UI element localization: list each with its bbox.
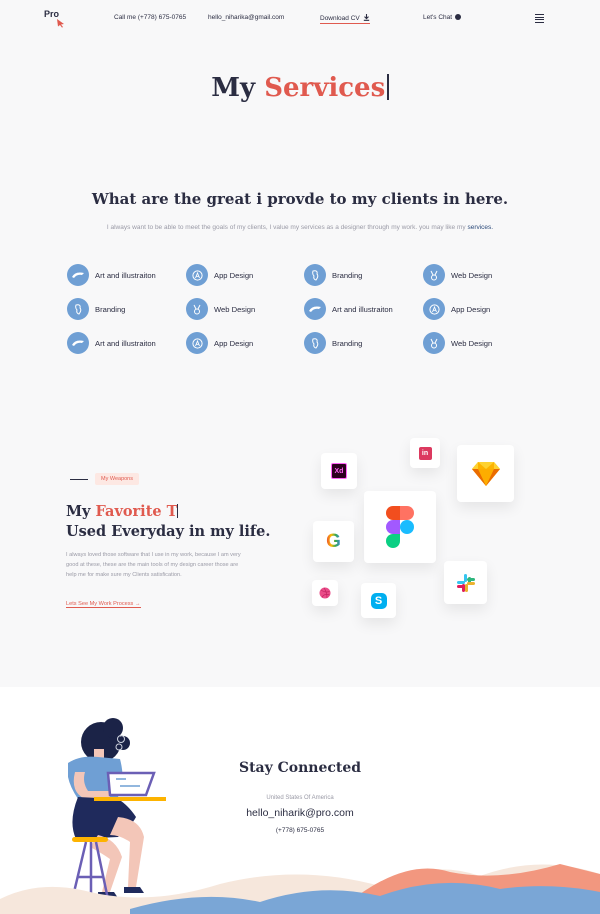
divider-line [70, 479, 88, 480]
adobe-xd-tool: Xd [321, 453, 357, 489]
service-label: App Design [214, 338, 254, 348]
google-label: G [326, 530, 341, 552]
work-process-link[interactable]: Lets See My Work Process → [66, 601, 141, 608]
work-process-label: Lets See My Work Process [66, 601, 134, 607]
chat-icon [455, 14, 462, 20]
google-tool: G [313, 521, 354, 562]
service-item[interactable]: Branding [304, 332, 362, 354]
adobe-xd-icon: Xd [331, 463, 347, 479]
lets-chat-button[interactable]: Let's Chat [423, 14, 462, 21]
illustration-icon [67, 264, 89, 286]
footer-country: United States Of America [266, 795, 334, 801]
title-dark: My [211, 73, 256, 103]
web-design-icon [186, 298, 208, 320]
footer-phone[interactable]: (+778) 675-0765 [0, 827, 600, 834]
skype-tool: S [361, 583, 396, 618]
download-cv-button[interactable]: Download CV [320, 14, 370, 24]
page-title: My Services [0, 73, 600, 103]
text-caret [387, 74, 389, 100]
footer-email[interactable]: hello_niharik@pro.com [0, 807, 600, 819]
dribbble-tool [312, 580, 338, 606]
download-cv-label: Download CV [320, 15, 360, 22]
service-label: Web Design [451, 270, 493, 280]
weapons-badge: My Weapons [95, 473, 139, 485]
favorite-title-dark: My [66, 503, 91, 520]
title-accent: Services [264, 73, 386, 103]
service-label: App Design [214, 270, 254, 280]
service-item[interactable]: Web Design [423, 264, 492, 286]
web-design-icon [423, 332, 445, 354]
lets-chat-label: Let's Chat [423, 14, 453, 21]
service-item[interactable]: Web Design [186, 298, 255, 320]
illustration-icon [67, 332, 89, 354]
service-item[interactable]: Art and illustraiton [304, 298, 393, 320]
invision-tool: in [410, 438, 440, 468]
stay-connected-title: Stay Connected [238, 760, 362, 776]
favorite-title-line2: Used Everyday in my life. [66, 523, 271, 540]
favorite-tools-title: My Favorite T Used Everyday in my life. [66, 502, 270, 542]
service-label: Web Design [214, 304, 256, 314]
services-description: I always want to be able to meet the goa… [70, 222, 530, 233]
favorite-tools-description: I always loved those software that I use… [66, 552, 241, 578]
service-label: Branding [95, 304, 126, 314]
download-icon [363, 14, 369, 21]
header: Pro Call me (+778) 675-0765 hello_nihari… [0, 0, 600, 40]
app-store-icon [186, 264, 208, 286]
service-item[interactable]: App Design [186, 332, 253, 354]
service-item[interactable]: App Design [423, 298, 490, 320]
figma-icon [386, 506, 414, 548]
skype-icon: S [370, 592, 387, 609]
nav-phone[interactable]: Call me (+778) 675-0765 [114, 14, 186, 21]
service-label: Web Design [451, 338, 493, 348]
app-store-icon [186, 332, 208, 354]
arrow-right-icon: → [134, 601, 141, 607]
service-item[interactable]: Web Design [423, 332, 492, 354]
google-icon: G [326, 531, 341, 553]
service-label: App Design [451, 304, 491, 314]
service-item[interactable]: Art and illustraiton [67, 332, 156, 354]
logo-arrow-icon [57, 19, 64, 28]
menu-icon[interactable] [535, 14, 544, 24]
service-item[interactable]: Branding [304, 264, 362, 286]
service-label: Art and illustraiton [332, 304, 393, 314]
app-store-icon [423, 298, 445, 320]
services-link[interactable]: services. [467, 224, 493, 231]
branding-icon [67, 298, 89, 320]
favorite-title-accent: Favorite T [95, 503, 178, 520]
service-label: Branding [332, 270, 363, 280]
text-caret [177, 504, 179, 518]
service-item[interactable]: Art and illustraiton [67, 264, 156, 286]
branding-icon [304, 264, 326, 286]
invision-icon: in [418, 446, 432, 460]
figma-tool [364, 491, 436, 563]
dribbble-icon [319, 587, 331, 599]
footer: Stay Connected United States Of America … [0, 687, 600, 914]
service-label: Art and illustraiton [95, 270, 156, 280]
sketch-tool [457, 445, 514, 502]
service-item[interactable]: Branding [67, 298, 125, 320]
nav-email[interactable]: hello_niharika@gmail.com [208, 14, 284, 21]
service-label: Branding [332, 338, 363, 348]
decorative-waves [0, 864, 600, 914]
services-description-text: I always want to be able to meet the goa… [106, 224, 466, 231]
adobe-xd-label: Xd [334, 467, 344, 475]
service-label: Art and illustraiton [95, 338, 156, 348]
web-design-icon [423, 264, 445, 286]
services-heading: What are the great i provde to my client… [91, 190, 509, 208]
branding-icon [304, 332, 326, 354]
illustration-icon [304, 298, 326, 320]
slack-icon [456, 573, 475, 592]
slack-tool [444, 561, 487, 604]
invision-label: in [421, 449, 429, 457]
sketch-icon [471, 462, 500, 486]
service-item[interactable]: App Design [186, 264, 253, 286]
